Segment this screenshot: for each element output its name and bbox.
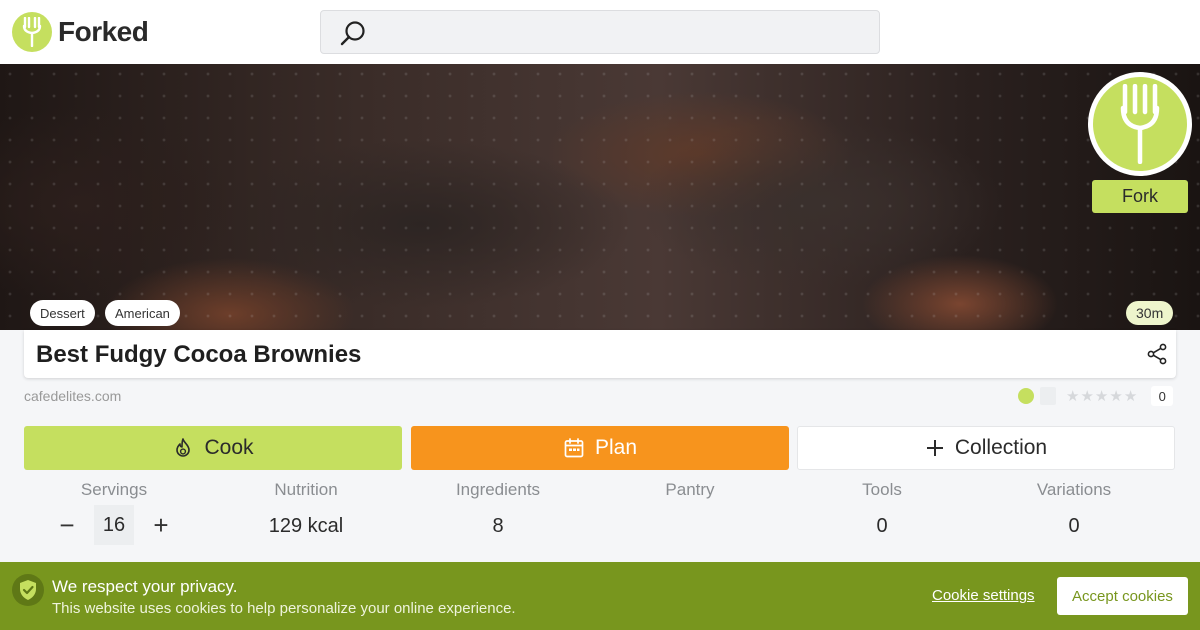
pantry-value xyxy=(600,514,780,538)
ingredients-value: 8 xyxy=(492,515,504,537)
fork-icon xyxy=(12,12,52,52)
stat-tools[interactable]: Tools 0 xyxy=(792,480,972,538)
recipe-title: Best Fudgy Cocoa Brownies xyxy=(36,341,362,368)
cookie-text: This website uses cookies to help person… xyxy=(52,600,516,617)
pantry-label: Pantry xyxy=(665,480,715,499)
plus-icon xyxy=(926,440,943,456)
flame-icon xyxy=(176,438,191,457)
tools-value: 0 xyxy=(876,515,888,537)
plan-button[interactable]: Plan xyxy=(411,426,789,470)
share-icon[interactable] xyxy=(1146,343,1168,365)
hero-texture xyxy=(0,64,1200,330)
collection-label: Collection xyxy=(954,436,1048,459)
recipe-hero-image xyxy=(0,64,1200,330)
star-icon[interactable]: ★ xyxy=(1109,389,1122,404)
tag-dessert[interactable]: Dessert xyxy=(30,300,95,326)
cookie-consent-bar: We respect your privacy. This website us… xyxy=(0,562,1200,630)
servings-stepper: − 16 + xyxy=(54,505,174,545)
search-input[interactable] xyxy=(320,10,880,54)
nutrition-label: Nutrition xyxy=(274,480,338,499)
logo[interactable]: Forked xyxy=(12,12,149,52)
fork-icon xyxy=(1093,77,1187,171)
variations-label: Variations xyxy=(1036,480,1112,499)
stat-nutrition[interactable]: Nutrition 129 kcal xyxy=(216,480,396,538)
ingredients-label: Ingredients xyxy=(455,480,541,499)
accept-cookies-button[interactable]: Accept cookies xyxy=(1057,577,1188,615)
calendar-icon xyxy=(564,438,584,458)
variation-indicator xyxy=(1040,387,1056,405)
shield-check-icon xyxy=(12,574,44,606)
star-icon[interactable]: ★ xyxy=(1095,389,1108,404)
nutrition-value: 129 kcal xyxy=(268,515,344,537)
increase-servings-button[interactable]: + xyxy=(148,512,174,538)
decrease-servings-button[interactable]: − xyxy=(54,512,80,538)
add-to-collection-button[interactable]: Collection xyxy=(797,426,1175,470)
plan-label: Plan xyxy=(594,436,638,459)
stat-variations[interactable]: Variations 0 xyxy=(984,480,1164,538)
servings-label: Servings xyxy=(80,480,148,499)
time-badge: 30m xyxy=(1126,301,1174,325)
cook-button[interactable]: Cook xyxy=(24,426,402,470)
star-rating[interactable]: ★ ★ ★ ★ ★ xyxy=(1066,389,1137,404)
stat-servings: Servings xyxy=(24,480,204,500)
logo-text: Forked xyxy=(58,16,149,47)
cookie-title: We respect your privacy. xyxy=(52,577,238,596)
tag-american[interactable]: American xyxy=(105,300,180,326)
cookie-settings-link[interactable]: Cookie settings xyxy=(932,587,1035,604)
site-header: Forked xyxy=(0,0,1200,64)
star-icon[interactable]: ★ xyxy=(1080,389,1093,404)
fork-button[interactable]: Fork xyxy=(1092,180,1188,213)
cook-label: Cook xyxy=(204,436,254,459)
stat-ingredients[interactable]: Ingredients 8 xyxy=(408,480,588,538)
recipe-source-link[interactable]: cafedelites.com xyxy=(24,388,121,404)
tools-label: Tools xyxy=(862,480,902,499)
star-icon[interactable]: ★ xyxy=(1124,389,1137,404)
stat-pantry[interactable]: Pantry xyxy=(600,480,780,538)
rating-count: 0 xyxy=(1151,386,1174,406)
star-icon[interactable]: ★ xyxy=(1066,389,1079,404)
fork-icon xyxy=(1018,388,1034,404)
search-icon xyxy=(340,21,365,46)
fork-avatar[interactable] xyxy=(1088,72,1192,176)
servings-value[interactable]: 16 xyxy=(94,505,134,545)
rating-area: ★ ★ ★ ★ ★ 0 xyxy=(1018,386,1174,406)
variations-value: 0 xyxy=(1068,515,1080,537)
recipe-title-card: Best Fudgy Cocoa Brownies xyxy=(24,330,1176,378)
